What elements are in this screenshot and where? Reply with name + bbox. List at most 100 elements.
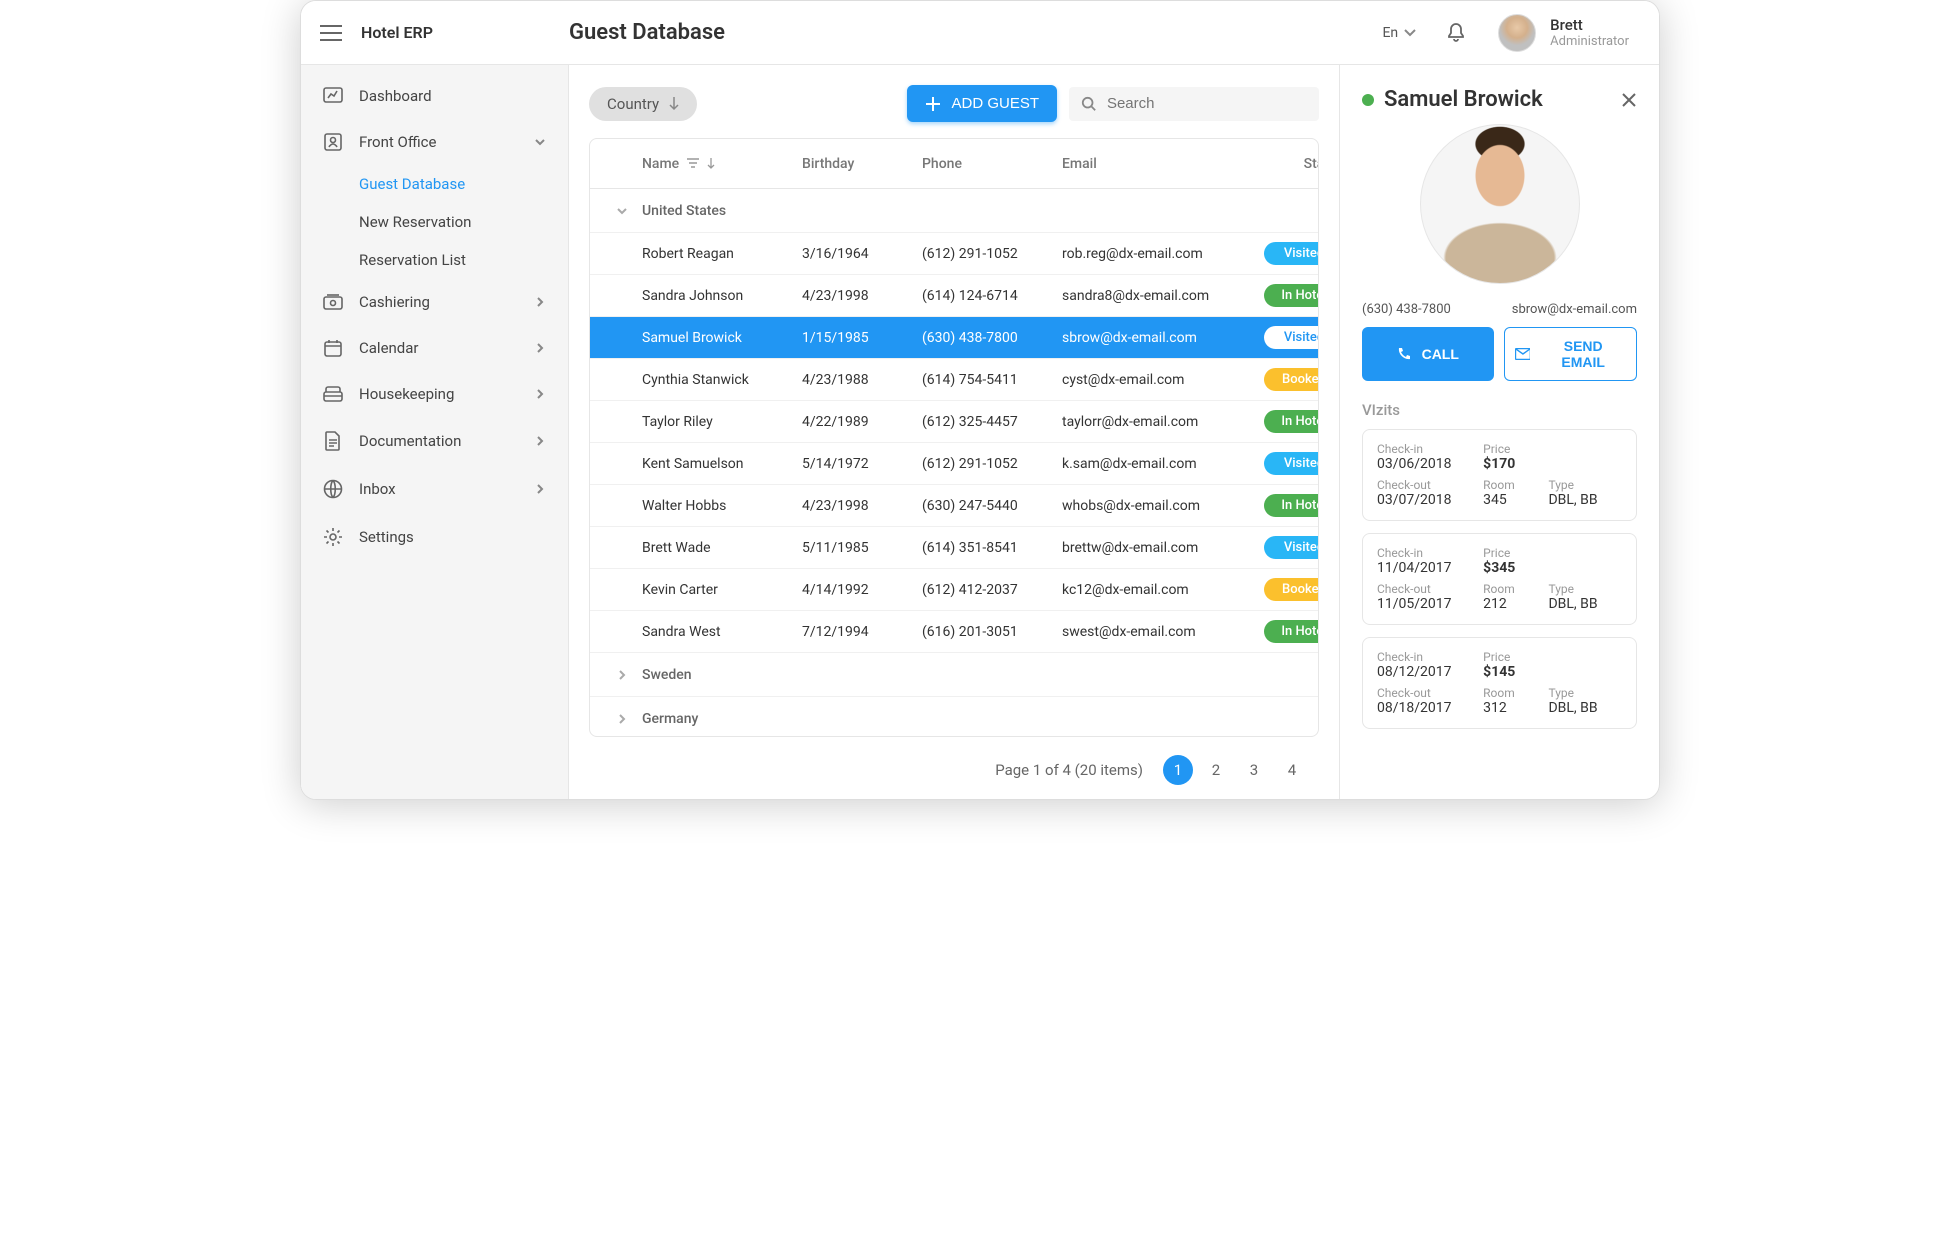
sidebar-item-label: Dashboard [359, 87, 432, 105]
cell-birthday: 4/22/1989 [802, 414, 922, 430]
main-content: Country ADD GUEST [569, 65, 1339, 799]
cell-email: whobs@dx-email.com [1062, 498, 1242, 514]
language-selector[interactable]: En [1370, 25, 1428, 41]
status-badge: In Hotel [1264, 284, 1319, 307]
sidebar-subitem-guest-database[interactable]: Guest Database [301, 165, 568, 203]
chevron-right-icon [534, 483, 546, 495]
table-row[interactable]: Sandra Johnson4/23/1998(614) 124-6714san… [590, 275, 1318, 317]
chevron-right-icon [534, 388, 546, 400]
column-name[interactable]: Name [642, 156, 802, 172]
cell-name: Kevin Carter [642, 582, 802, 598]
group-row[interactable]: United States [590, 189, 1318, 233]
hamburger-icon [320, 25, 342, 41]
group-name: United States [642, 203, 1306, 219]
sidebar-item-cashiering[interactable]: Cashiering [301, 279, 568, 325]
sidebar-item-inbox[interactable]: Inbox [301, 465, 568, 513]
sidebar-item-settings[interactable]: Settings [301, 513, 568, 561]
plus-icon [925, 96, 941, 112]
page-title: Guest Database [569, 20, 725, 45]
menu-toggle[interactable] [301, 25, 361, 41]
dashboard-icon [323, 87, 343, 105]
cell-name: Sandra West [642, 624, 802, 640]
group-by-chip[interactable]: Country [589, 87, 697, 121]
sidebar-item-label: Documentation [359, 432, 461, 450]
column-status[interactable]: Status [1242, 156, 1319, 172]
column-birthday[interactable]: Birthday [802, 156, 922, 172]
chevron-right-icon [534, 435, 546, 447]
table-row[interactable]: Robert Reagan3/16/1964(612) 291-1052rob.… [590, 233, 1318, 275]
guest-table: Name Birthday Phone Email Status United … [589, 138, 1319, 737]
table-row[interactable]: Kevin Carter4/14/1992(612) 412-2037kc12@… [590, 569, 1318, 611]
table-row[interactable]: Sandra West7/12/1994(616) 201-3051swest@… [590, 611, 1318, 653]
cell-birthday: 1/15/1985 [802, 330, 922, 346]
language-label: En [1382, 25, 1398, 41]
sidebar-subitem-new-reservation[interactable]: New Reservation [301, 203, 568, 241]
arrow-down-icon [669, 97, 679, 111]
add-guest-label: ADD GUEST [951, 95, 1039, 112]
globe-icon [323, 479, 343, 499]
cell-birthday: 5/14/1972 [802, 456, 922, 472]
cell-phone: (612) 325-4457 [922, 414, 1062, 430]
group-name: Sweden [642, 667, 1306, 683]
cell-name: Cynthia Stanwick [642, 372, 802, 388]
user-menu[interactable]: Brett Administrator [1484, 14, 1659, 52]
cell-email: rob.reg@dx-email.com [1062, 246, 1242, 262]
table-row[interactable]: Kent Samuelson5/14/1972(612) 291-1052k.s… [590, 443, 1318, 485]
phone-icon [1397, 347, 1412, 362]
chevron-down-icon [534, 136, 546, 148]
send-email-button[interactable]: SEND EMAIL [1504, 327, 1638, 381]
cell-phone: (614) 124-6714 [922, 288, 1062, 304]
sidebar-subitem-reservation-list[interactable]: Reservation List [301, 241, 568, 279]
page-1[interactable]: 1 [1163, 755, 1193, 785]
add-guest-button[interactable]: ADD GUEST [907, 85, 1057, 122]
table-row[interactable]: Walter Hobbs4/23/1998(630) 247-5440whobs… [590, 485, 1318, 527]
sidebar: Dashboard Front OfficeGuest DatabaseNew R… [301, 65, 569, 799]
table-header: Name Birthday Phone Email Status [590, 139, 1318, 189]
column-email[interactable]: Email [1062, 156, 1242, 172]
calendar-icon [323, 339, 343, 357]
cell-name: Sandra Johnson [642, 288, 802, 304]
cell-name: Robert Reagan [642, 246, 802, 262]
table-row[interactable]: Samuel Browick1/15/1985(630) 438-7800sbr… [590, 317, 1318, 359]
filter-icon [687, 158, 699, 170]
sidebar-item-front-office[interactable]: Front Office [301, 119, 568, 165]
group-row[interactable]: Sweden [590, 653, 1318, 697]
cell-email: kc12@dx-email.com [1062, 582, 1242, 598]
sidebar-item-housekeeping[interactable]: Housekeeping [301, 371, 568, 417]
sidebar-item-dashboard[interactable]: Dashboard [301, 73, 568, 119]
search-input[interactable] [1107, 95, 1307, 112]
table-row[interactable]: Cynthia Stanwick4/23/1988(614) 754-5411c… [590, 359, 1318, 401]
sidebar-item-label: Settings [359, 528, 414, 546]
table-row[interactable]: Taylor Riley4/22/1989(612) 325-4457taylo… [590, 401, 1318, 443]
caret-down-icon [1404, 29, 1416, 37]
cell-birthday: 5/11/1985 [802, 540, 922, 556]
page-4[interactable]: 4 [1277, 755, 1307, 785]
table-row[interactable]: Brett Wade5/11/1985(614) 351-8541brettw@… [590, 527, 1318, 569]
cell-phone: (614) 351-8541 [922, 540, 1062, 556]
sidebar-item-documentation[interactable]: Documentation [301, 417, 568, 465]
cell-email: sandra8@dx-email.com [1062, 288, 1242, 304]
page-2[interactable]: 2 [1201, 755, 1231, 785]
housekeeping-icon [323, 386, 343, 402]
detail-title: Samuel Browick [1384, 87, 1611, 112]
chevron-right-icon [534, 296, 546, 308]
search-box[interactable] [1069, 87, 1319, 121]
status-badge: Visited [1264, 536, 1319, 559]
status-badge: Visited [1264, 452, 1319, 475]
sidebar-item-label: Inbox [359, 480, 396, 498]
front-office-icon [323, 133, 343, 151]
notifications-button[interactable] [1428, 22, 1484, 44]
group-row[interactable]: Germany [590, 697, 1318, 737]
sort-icon [707, 158, 715, 170]
pagination: Page 1 of 4 (20 items) 1234 [589, 737, 1319, 789]
close-detail-button[interactable] [1621, 92, 1637, 108]
call-button[interactable]: CALL [1362, 327, 1494, 381]
guest-photo [1420, 124, 1580, 284]
column-phone[interactable]: Phone [922, 156, 1062, 172]
document-icon [323, 431, 343, 451]
sidebar-item-calendar[interactable]: Calendar [301, 325, 568, 371]
page-3[interactable]: 3 [1239, 755, 1269, 785]
cell-name: Samuel Browick [642, 330, 802, 346]
cell-birthday: 4/23/1998 [802, 288, 922, 304]
status-badge: Booked [1264, 578, 1319, 601]
